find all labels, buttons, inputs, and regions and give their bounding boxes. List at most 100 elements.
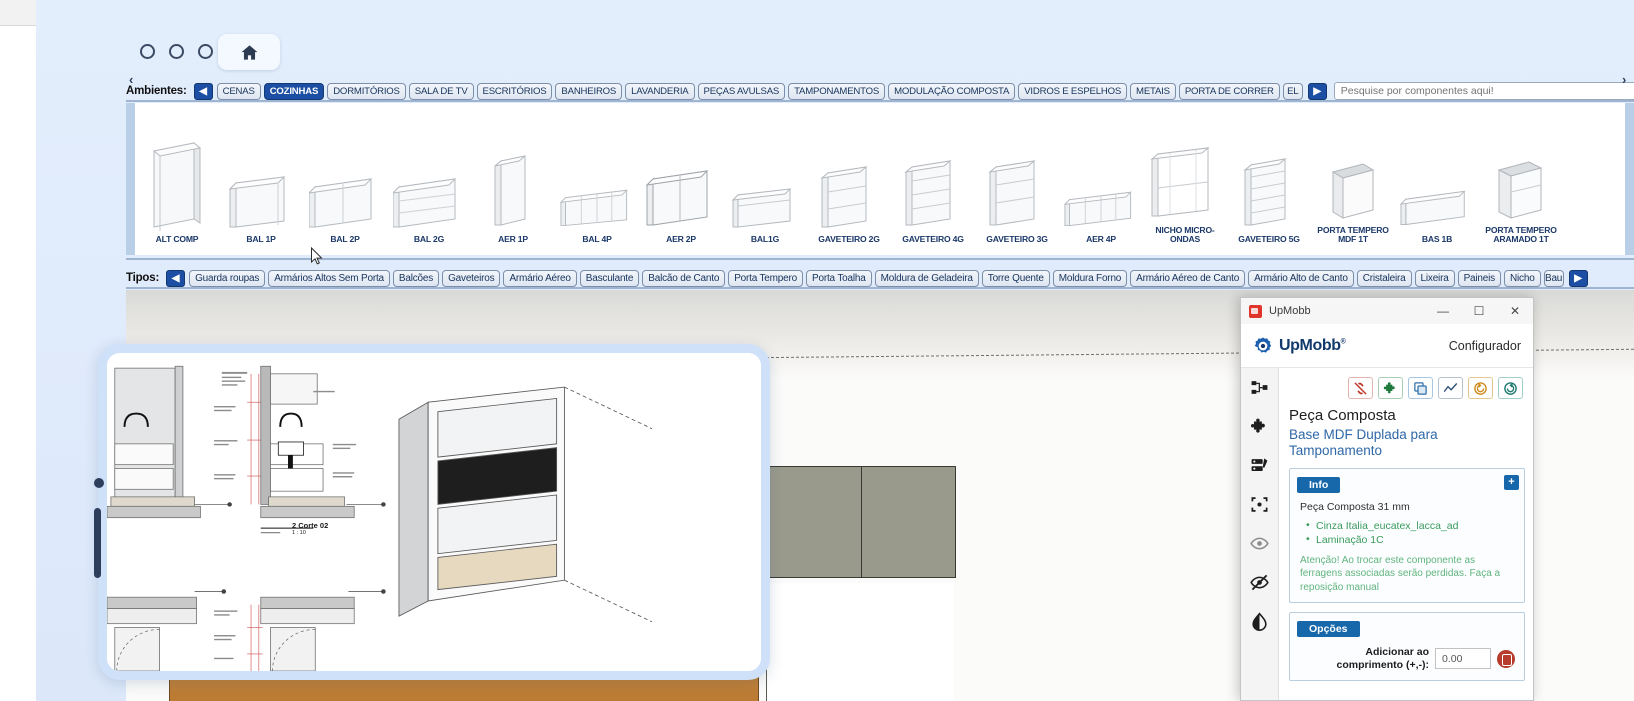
focus-icon[interactable] xyxy=(1249,493,1271,515)
component-gaveteiro-5g[interactable]: GAVETEIRO 5G xyxy=(1227,103,1311,253)
upmobb-configurator-window[interactable]: UpMobb — ☐ ✕ UpMobb® Configurador Peça C… xyxy=(1240,297,1534,701)
component-gaveteiro-2g[interactable]: GAVETEIRO 2G xyxy=(807,103,891,253)
ambientes-chip-sala-de-tv[interactable]: SALA DE TV xyxy=(408,82,474,100)
component-bal-2p[interactable]: BAL 2P xyxy=(303,103,387,253)
tipos-chip-torre-quente[interactable]: Torre Quente xyxy=(981,269,1050,287)
ambientes-chip-el[interactable]: EL xyxy=(1282,82,1303,100)
dot-2[interactable] xyxy=(169,44,184,59)
carousel-prev-button[interactable]: ‹ xyxy=(129,72,133,87)
component-aer-2p[interactable]: AER 2P xyxy=(639,103,723,253)
component-title: Peça Composta xyxy=(1289,407,1396,424)
tipos-next-button[interactable]: ▶ xyxy=(1568,269,1588,287)
panel-handle-bar[interactable] xyxy=(94,508,101,578)
ambientes-chip-cozinhas[interactable]: COZINHAS xyxy=(263,82,325,100)
ambientes-chip-dormitorios[interactable]: DORMITÓRIOS xyxy=(327,82,406,100)
tipos-chip-bau[interactable]: Bau xyxy=(1543,269,1564,287)
refresh-left-icon[interactable] xyxy=(1468,377,1493,399)
eye-icon[interactable] xyxy=(1249,532,1271,554)
component-aer-1p[interactable]: AER 1P xyxy=(471,103,555,253)
close-button[interactable]: ✕ xyxy=(1497,298,1533,324)
tipos-chip-paineis[interactable]: Paineis xyxy=(1457,269,1501,287)
info-add-button[interactable]: + xyxy=(1504,474,1519,490)
ambientes-chip-porta-de-correr[interactable]: PORTA DE CORRER xyxy=(1178,82,1280,100)
component-carousel[interactable]: ALT COMP BAL 1P BAL 2P BAL 2G AER 1P BAL… xyxy=(126,103,1634,255)
ambientes-chip-escritorios[interactable]: ESCRITÓRIOS xyxy=(476,82,553,100)
eye-off-icon[interactable] xyxy=(1249,571,1271,593)
cad-canvas: 2 Corte 02 1 : 10 xyxy=(107,353,761,671)
maximize-button[interactable]: ☐ xyxy=(1461,298,1497,324)
configurator-body: Peça Composta Base MDF Duplada para Tamp… xyxy=(1241,368,1533,700)
hierarchy-icon[interactable] xyxy=(1249,376,1271,398)
tipos-chip-moldura-forno[interactable]: Moldura Forno xyxy=(1052,269,1128,287)
tipos-chip-guarda-roupas[interactable]: Guarda roupas xyxy=(189,269,266,287)
component-nicho-micro-ondas[interactable]: NICHO MICRO-ONDAS xyxy=(1143,103,1227,253)
tipos-chip-armario-alto-de-canto[interactable]: Armário Alto de Canto xyxy=(1248,269,1354,287)
component-bal-2g[interactable]: BAL 2G xyxy=(387,103,471,253)
left-edge-strip xyxy=(0,0,36,701)
tipos-chip-lixeira[interactable]: Lixeira xyxy=(1414,269,1455,287)
puzzle-icon[interactable] xyxy=(1378,377,1403,399)
chart-line-icon[interactable] xyxy=(1438,377,1463,399)
tipos-chip-porta-tempero[interactable]: Porta Tempero xyxy=(728,269,804,287)
ambientes-chip-lavanderia[interactable]: LAVANDERIA xyxy=(625,82,695,100)
component-bal1g[interactable]: BAL1G xyxy=(723,103,807,253)
component-porta-tempero-mdf-1t[interactable]: PORTA TEMPERO MDF 1T xyxy=(1311,103,1395,253)
component-gaveteiro-3g[interactable]: GAVETEIRO 3G xyxy=(975,103,1059,253)
unlink-icon[interactable] xyxy=(1348,377,1373,399)
ambientes-chip-metais[interactable]: METAIS xyxy=(1130,82,1176,100)
component-porta-tempero-aramado-1t[interactable]: PORTA TEMPERO ARAMADO 1T xyxy=(1479,103,1563,253)
ambientes-next-button[interactable]: ▶ xyxy=(1307,82,1327,100)
niche-icon xyxy=(1150,147,1210,217)
component-bal-1p[interactable]: BAL 1P xyxy=(219,103,303,253)
tipos-chip-cristaleira[interactable]: Cristaleira xyxy=(1356,269,1412,287)
dot-3[interactable] xyxy=(198,44,213,59)
component-bas-1b[interactable]: BAS 1B xyxy=(1395,103,1479,253)
cad-overlay-panel[interactable]: 2 Corte 02 1 : 10 xyxy=(98,344,770,680)
cabinet-icon xyxy=(494,155,526,227)
panel-handle-dot[interactable] xyxy=(94,478,104,488)
tipos-chip-moldura-de-geladeira[interactable]: Moldura de Geladeira xyxy=(874,269,979,287)
component-thumb xyxy=(140,135,214,232)
contrast-icon[interactable] xyxy=(1249,610,1271,632)
tipos-chip-armarios-altos-sem-porta[interactable]: Armários Altos Sem Porta xyxy=(268,269,390,287)
component-gaveteiro-4g[interactable]: GAVETEIRO 4G xyxy=(891,103,975,253)
tipos-chip-gaveteiros[interactable]: Gaveteiros xyxy=(442,269,501,287)
copy-icon[interactable] xyxy=(1408,377,1433,399)
tipos-prev-button[interactable]: ◀ xyxy=(166,269,186,287)
tipos-chip-armario-aereo-de-canto[interactable]: Armário Aéreo de Canto xyxy=(1130,269,1246,287)
info-warning: Atenção! Ao trocar este componente as fe… xyxy=(1300,554,1501,593)
home-button[interactable] xyxy=(218,34,280,70)
mouse-cursor xyxy=(311,247,323,265)
length-option-input[interactable]: 0.00 xyxy=(1435,648,1491,670)
ambientes-chip-modulacao-composta[interactable]: MODULAÇÃO COMPOSTA xyxy=(888,82,1016,100)
tipos-chip-armario-aereo[interactable]: Armário Aéreo xyxy=(503,269,577,287)
ambientes-chip-pecas-avulsas[interactable]: PEÇAS AVULSAS xyxy=(697,82,786,100)
dot-1[interactable] xyxy=(140,44,155,59)
cabinet-door xyxy=(767,467,862,577)
ambientes-chip-tamponamentos[interactable]: TAMPONAMENTOS xyxy=(788,82,886,100)
carousel-next-button[interactable]: › xyxy=(1622,72,1626,87)
tipos-bar: Tipos: ◀ Guarda roupas Armários Altos Se… xyxy=(126,267,1634,289)
component-alt-comp[interactable]: ALT COMP xyxy=(135,103,219,253)
component-bal-4p[interactable]: BAL 4P xyxy=(555,103,639,253)
ambientes-chip-vidros-e-espelhos[interactable]: VIDROS E ESPELHOS xyxy=(1018,82,1128,100)
tipos-chip-basculante[interactable]: Basculante xyxy=(579,269,640,287)
tipos-chip-nicho[interactable]: Nicho xyxy=(1503,269,1541,287)
list-edit-icon[interactable] xyxy=(1249,454,1271,476)
puzzle-icon[interactable] xyxy=(1249,415,1271,437)
ambientes-chip-cenas[interactable]: CENAS xyxy=(216,82,261,100)
tipos-chip-balcao-de-canto[interactable]: Balcão de Canto xyxy=(642,269,726,287)
lock-red-icon[interactable] xyxy=(1497,649,1515,668)
upmobb-app-icon xyxy=(1249,304,1262,318)
configurator-window-title: UpMobb xyxy=(1269,305,1311,317)
ambientes-prev-button[interactable]: ◀ xyxy=(193,82,213,100)
cabinet-icon xyxy=(393,178,457,228)
search-input[interactable] xyxy=(1340,85,1629,97)
tipos-chip-balcoes[interactable]: Balcões xyxy=(392,269,440,287)
minimize-button[interactable]: — xyxy=(1425,298,1461,324)
ambientes-chip-banheiros[interactable]: BANHEIROS xyxy=(555,82,623,100)
search-components-box[interactable] xyxy=(1333,82,1634,100)
refresh-right-icon[interactable] xyxy=(1498,377,1523,399)
tipos-chip-porta-toalha[interactable]: Porta Toalha xyxy=(806,269,872,287)
component-aer-4p[interactable]: AER 4P xyxy=(1059,103,1143,253)
